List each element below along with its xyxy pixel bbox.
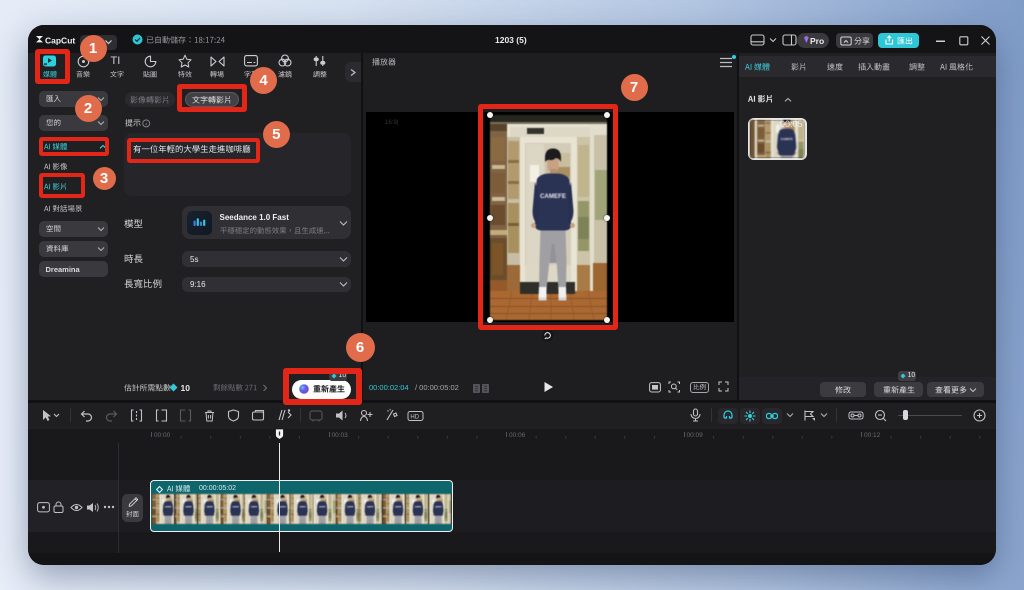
svg-text:Pro: Pro [810,36,824,46]
svg-text:CapCut: CapCut [45,35,75,45]
svg-text:HD: HD [410,414,419,420]
